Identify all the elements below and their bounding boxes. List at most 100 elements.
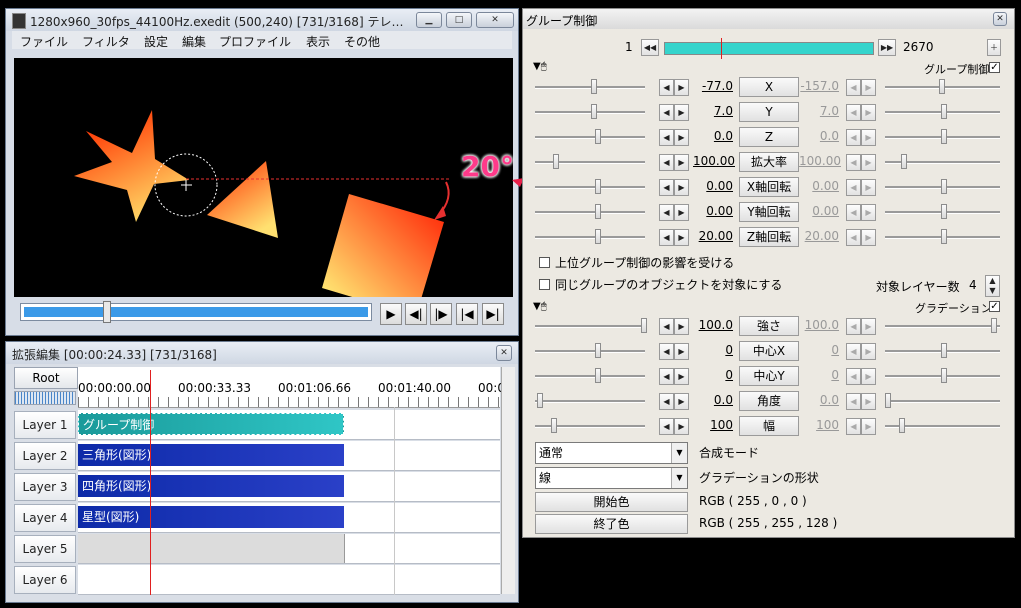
end-slider-thumb[interactable] <box>941 229 947 244</box>
layer-6-label[interactable]: Layer 6 <box>14 566 76 594</box>
param-value[interactable]: 0.0 <box>693 393 733 407</box>
next-frame-button[interactable]: |▶ <box>430 303 452 325</box>
param-name-button[interactable]: Z軸回転 <box>739 227 799 247</box>
start-slider-thumb[interactable] <box>595 229 601 244</box>
end-slider-thumb[interactable] <box>941 343 947 358</box>
start-slider-thumb[interactable] <box>551 418 557 433</box>
end-decrement-button[interactable]: ◀ <box>846 179 861 196</box>
param-name-button[interactable]: Z <box>739 127 799 147</box>
zoom-slider[interactable] <box>14 391 76 405</box>
same-group-checkbox[interactable] <box>539 279 550 290</box>
param-value[interactable]: 100.00 <box>693 154 735 168</box>
blend-mode-select[interactable]: 通常 ▼ <box>535 442 688 464</box>
start-slider[interactable] <box>535 236 645 239</box>
end-slider-thumb[interactable] <box>941 368 947 383</box>
start-slider[interactable] <box>535 325 645 328</box>
start-slider[interactable] <box>535 111 645 114</box>
start-slider[interactable] <box>535 400 645 403</box>
end-decrement-button[interactable]: ◀ <box>846 229 861 246</box>
end-slider-thumb[interactable] <box>941 129 947 144</box>
end-slider[interactable] <box>885 400 1000 403</box>
playhead-line[interactable] <box>150 370 151 595</box>
start-slider-thumb[interactable] <box>591 104 597 119</box>
target-layers-stepper[interactable]: ▲ ▼ <box>985 275 1000 297</box>
increment-button[interactable]: ▶ <box>674 393 689 410</box>
frame-cursor[interactable] <box>721 38 722 59</box>
clip-square[interactable]: 四角形(図形) <box>78 475 344 497</box>
param-name-button[interactable]: Y軸回転 <box>739 202 799 222</box>
end-decrement-button[interactable]: ◀ <box>846 368 861 385</box>
start-slider[interactable] <box>535 86 645 89</box>
end-slider-thumb[interactable] <box>941 179 947 194</box>
decrement-button[interactable]: ◀ <box>659 318 674 335</box>
increment-button[interactable]: ▶ <box>674 129 689 146</box>
end-color-button[interactable]: 終了色 <box>535 514 688 534</box>
param-end-value[interactable]: 20.00 <box>799 229 839 243</box>
end-increment-button[interactable]: ▶ <box>861 229 876 246</box>
end-slider-thumb[interactable] <box>939 79 945 94</box>
param-end-value[interactable]: -157.0 <box>799 79 839 93</box>
increment-button[interactable]: ▶ <box>674 179 689 196</box>
decrement-button[interactable]: ◀ <box>659 79 674 96</box>
param-name-button[interactable]: 幅 <box>739 416 799 436</box>
end-decrement-button[interactable]: ◀ <box>846 154 861 171</box>
decrement-button[interactable]: ◀ <box>659 154 674 171</box>
play-button[interactable]: ▶ <box>380 303 402 325</box>
decrement-button[interactable]: ◀ <box>659 129 674 146</box>
end-slider-thumb[interactable] <box>885 393 891 408</box>
start-slider-thumb[interactable] <box>595 343 601 358</box>
param-value[interactable]: 0.00 <box>693 179 733 193</box>
start-slider-thumb[interactable] <box>595 179 601 194</box>
param-name-button[interactable]: 角度 <box>739 391 799 411</box>
param-value[interactable]: 100.0 <box>693 318 733 332</box>
start-color-button[interactable]: 開始色 <box>535 492 688 512</box>
param-end-value[interactable]: 100.00 <box>799 154 841 168</box>
end-slider[interactable] <box>885 325 1000 328</box>
param-value[interactable]: -77.0 <box>693 79 733 93</box>
increment-button[interactable]: ▶ <box>674 318 689 335</box>
increment-button[interactable]: ▶ <box>674 104 689 121</box>
increment-button[interactable]: ▶ <box>674 368 689 385</box>
layer-1-label[interactable]: Layer 1 <box>14 411 76 439</box>
start-slider-thumb[interactable] <box>537 393 543 408</box>
frame-range-bar[interactable] <box>664 38 874 59</box>
param-end-value[interactable]: 100.0 <box>799 318 839 332</box>
decrement-button[interactable]: ◀ <box>659 104 674 121</box>
end-increment-button[interactable]: ▶ <box>861 104 876 121</box>
layer-4-track[interactable]: 星型(図形) <box>78 503 500 533</box>
param-name-button[interactable]: X軸回転 <box>739 177 799 197</box>
go-start-button[interactable]: |◀ <box>456 303 478 325</box>
end-decrement-button[interactable]: ◀ <box>846 418 861 435</box>
decrement-button[interactable]: ◀ <box>659 418 674 435</box>
start-slider-thumb[interactable] <box>595 204 601 219</box>
end-increment-button[interactable]: ▶ <box>861 204 876 221</box>
param-end-value[interactable]: 7.0 <box>799 104 839 118</box>
param-name-button[interactable]: X <box>739 77 799 97</box>
increment-button[interactable]: ▶ <box>674 418 689 435</box>
param-value[interactable]: 20.00 <box>693 229 733 243</box>
end-increment-button[interactable]: ▶ <box>861 318 876 335</box>
end-slider-thumb[interactable] <box>941 104 947 119</box>
end-slider-thumb[interactable] <box>901 154 907 169</box>
layer-5-track[interactable] <box>78 534 500 564</box>
shape-select[interactable]: 線 ▼ <box>535 467 688 489</box>
end-decrement-button[interactable]: ◀ <box>846 343 861 360</box>
frame-next-button[interactable]: ▶▶ <box>878 39 896 56</box>
param-value[interactable]: 7.0 <box>693 104 733 118</box>
clip-triangle[interactable]: 三角形(図形) <box>78 444 344 466</box>
param-name-button[interactable]: 拡大率 <box>739 152 799 172</box>
increment-button[interactable]: ▶ <box>674 154 689 171</box>
increment-button[interactable]: ▶ <box>674 204 689 221</box>
start-slider[interactable] <box>535 375 645 378</box>
start-slider[interactable] <box>535 161 645 164</box>
start-slider-thumb[interactable] <box>591 79 597 94</box>
param-value[interactable]: 0 <box>693 368 733 382</box>
prev-frame-button[interactable]: ◀| <box>405 303 427 325</box>
frame-prev-button[interactable]: ◀◀ <box>641 39 659 56</box>
param-name-button[interactable]: 強さ <box>739 316 799 336</box>
param-end-value[interactable]: 0.0 <box>799 393 839 407</box>
end-increment-button[interactable]: ▶ <box>861 418 876 435</box>
param-end-value[interactable]: 0.00 <box>799 179 839 193</box>
param-name-button[interactable]: 中心X <box>739 341 799 361</box>
decrement-button[interactable]: ◀ <box>659 204 674 221</box>
